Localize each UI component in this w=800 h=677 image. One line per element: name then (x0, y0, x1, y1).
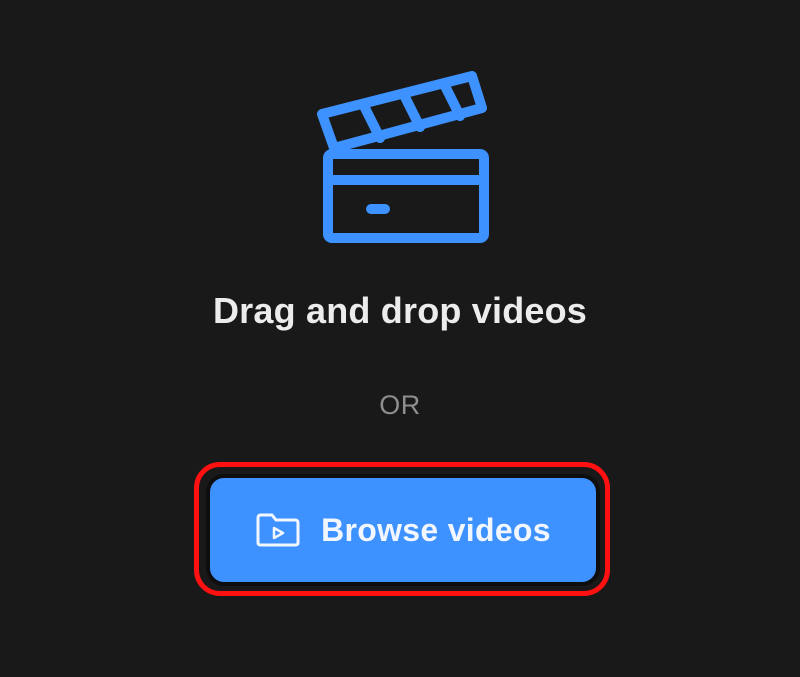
folder-video-icon (256, 513, 300, 547)
browse-videos-label: Browse videos (321, 511, 551, 548)
clapperboard-icon (317, 71, 489, 243)
or-separator: OR (379, 390, 421, 420)
dropzone-headline: Drag and drop videos (212, 290, 588, 331)
browse-videos-button[interactable]: Browse videos (206, 474, 600, 586)
upload-dropzone[interactable]: Drag and drop videos OR Browse videos (0, 0, 800, 677)
